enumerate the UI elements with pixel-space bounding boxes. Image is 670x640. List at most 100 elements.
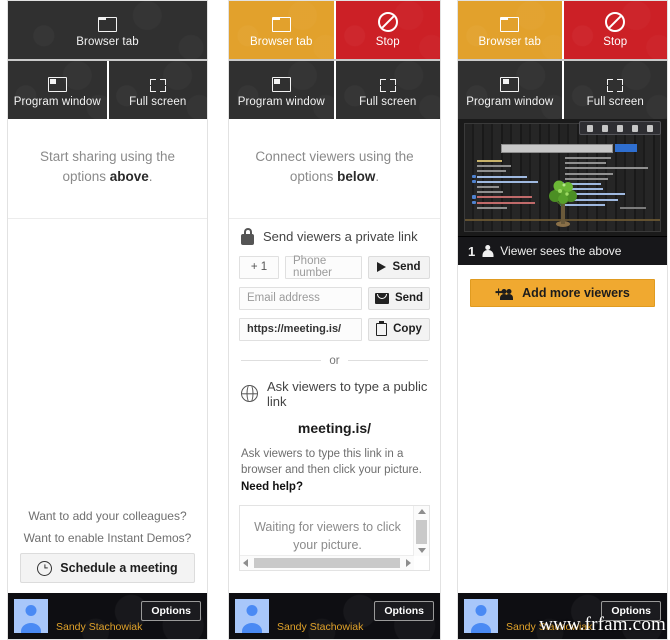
status-message: Connect viewers using the options below.: [229, 119, 440, 219]
globe-icon: [241, 385, 258, 402]
scroll-right-arrow-icon[interactable]: [406, 558, 411, 567]
add-people-icon: [495, 287, 513, 300]
schedule-meeting-button[interactable]: Schedule a meeting: [20, 553, 195, 583]
tile-row-top: Browser tab: [8, 1, 207, 59]
program-window-icon: [500, 72, 520, 92]
email-row: Email address Send: [239, 286, 430, 310]
tile-browser-tab[interactable]: Browser tab: [229, 1, 334, 59]
browser-tab-icon: [98, 12, 117, 32]
email-address-input[interactable]: Email address: [239, 286, 362, 310]
public-link-hint: Ask viewers to type this link in a brows…: [239, 446, 430, 496]
scroll-down-arrow-icon[interactable]: [417, 547, 426, 553]
tile-browser-tab-label: Browser tab: [250, 35, 313, 48]
preview-left-list: [471, 160, 543, 212]
schedule-meeting-label: Schedule a meeting: [60, 561, 178, 575]
tile-row-bottom: Program window Full screen: [229, 61, 440, 119]
avatar[interactable]: [235, 599, 269, 633]
tile-browser-tab-label: Browser tab: [478, 35, 541, 48]
send-sms-label: Send: [392, 261, 421, 273]
user-name: Sandy Stachowiak: [506, 621, 593, 633]
tile-stop[interactable]: Stop: [335, 1, 440, 59]
public-link-url: meeting.is/: [297, 419, 372, 436]
status-message-text: Connect viewers using the options: [255, 149, 414, 185]
stop-icon: [377, 11, 398, 32]
user-name: Sandy Stachowiak: [277, 621, 364, 633]
tile-row-bottom: Program window Full screen: [8, 61, 207, 119]
phone-row: + 1 Phone number Send: [239, 255, 430, 279]
browser-tab-icon: [271, 12, 291, 32]
copy-link-button[interactable]: Copy: [368, 317, 430, 341]
avatar[interactable]: [464, 599, 498, 633]
stop-icon: [605, 11, 626, 32]
tile-program-window[interactable]: Program window: [8, 61, 107, 119]
tile-program-window-label: Program window: [237, 95, 325, 108]
status-message: Start sharing using the options above.: [8, 119, 207, 219]
prompt-colleagues[interactable]: Want to add your colleagues?: [20, 509, 195, 523]
send-sms-button[interactable]: Send: [368, 255, 430, 279]
viewer-status-label: Viewer sees the above: [500, 244, 622, 258]
tile-stop[interactable]: Stop: [563, 1, 667, 59]
panel-connect: Browser tab Stop Program window Full scr…: [228, 0, 441, 640]
tile-browser-tab[interactable]: Browser tab: [8, 1, 207, 59]
public-link-heading: Ask viewers to type a public link: [239, 379, 430, 409]
browser-tab-icon: [500, 12, 520, 32]
send-icon: [377, 262, 387, 272]
status-message-suffix: .: [148, 169, 153, 185]
tile-row-top: Browser tab Stop: [458, 1, 667, 59]
tile-full-screen-label: Full screen: [359, 95, 417, 108]
add-viewers-section: Add more viewers: [458, 265, 667, 321]
viewer-status-bar: 1 Viewer sees the above: [458, 237, 667, 265]
tile-full-screen[interactable]: Full screen: [563, 61, 667, 119]
mail-icon: [374, 292, 389, 304]
vertical-scrollbar[interactable]: [413, 505, 429, 556]
need-help-link[interactable]: Need help?: [241, 481, 303, 493]
share-source-tiles: Browser tab Program window Full screen: [8, 1, 207, 119]
status-message-emphasis: above: [109, 169, 149, 185]
tile-row-bottom: Program window Full screen: [458, 61, 667, 119]
panel-sharing: Browser tab Stop Program window Full scr…: [457, 0, 668, 640]
tile-program-window-label: Program window: [466, 95, 554, 108]
tile-program-window-label: Program window: [13, 95, 101, 108]
avatar[interactable]: [14, 599, 48, 633]
link-row: https://meeting.is/ Copy: [239, 317, 430, 341]
viewer-count: 1: [468, 243, 476, 259]
meeting-link-input[interactable]: https://meeting.is/: [239, 317, 362, 341]
tile-program-window[interactable]: Program window: [229, 61, 334, 119]
private-link-heading: Send viewers a private link: [239, 229, 430, 245]
scroll-left-arrow-icon[interactable]: [243, 558, 248, 567]
public-link-heading-label: Ask viewers to type a public link: [267, 378, 428, 409]
fullscreen-icon: [379, 72, 396, 92]
tile-browser-tab-label: Browser tab: [76, 35, 139, 48]
preview-footer-text: [620, 207, 646, 209]
preview-search-field: [501, 144, 613, 153]
prompt-instant-demos[interactable]: Want to enable Instant Demos?: [20, 531, 195, 545]
status-message-text: Start sharing using the options: [39, 149, 176, 185]
tile-browser-tab[interactable]: Browser tab: [458, 1, 562, 59]
preview-search-button: [615, 144, 637, 152]
tile-full-screen[interactable]: Full screen: [108, 61, 207, 119]
horizontal-scrollbar[interactable]: [240, 554, 414, 570]
user-bar: Sandy Stachowiak Options: [229, 593, 440, 639]
options-button[interactable]: Options: [374, 601, 434, 621]
horizontal-scrollbar-thumb[interactable]: [254, 557, 400, 568]
or-divider-label: or: [329, 354, 340, 367]
options-button[interactable]: Options: [601, 601, 661, 621]
program-window-icon: [47, 72, 67, 92]
panel-start-body: Want to add your colleagues? Want to ena…: [8, 218, 207, 593]
tile-program-window[interactable]: Program window: [458, 61, 562, 119]
public-link-hint-text: Ask viewers to type this link in a brows…: [241, 447, 422, 477]
panel-connect-body: Send viewers a private link + 1 Phone nu…: [229, 218, 440, 593]
share-source-tiles: Browser tab Stop Program window Full scr…: [458, 1, 667, 119]
country-code-select[interactable]: + 1: [239, 255, 279, 279]
options-button[interactable]: Options: [141, 601, 201, 621]
vertical-scrollbar-thumb[interactable]: [416, 519, 427, 544]
tile-full-screen[interactable]: Full screen: [335, 61, 440, 119]
scroll-up-arrow-icon[interactable]: [417, 508, 426, 514]
phone-number-input[interactable]: Phone number: [285, 255, 362, 279]
tile-row-top: Browser tab Stop: [229, 1, 440, 59]
shared-screen-preview[interactable]: [458, 119, 667, 237]
prompt-section: Want to add your colleagues? Want to ena…: [8, 509, 207, 583]
add-more-viewers-button[interactable]: Add more viewers: [470, 279, 655, 307]
send-email-button[interactable]: Send: [368, 286, 430, 310]
preview-plant-graphic: [548, 180, 577, 227]
